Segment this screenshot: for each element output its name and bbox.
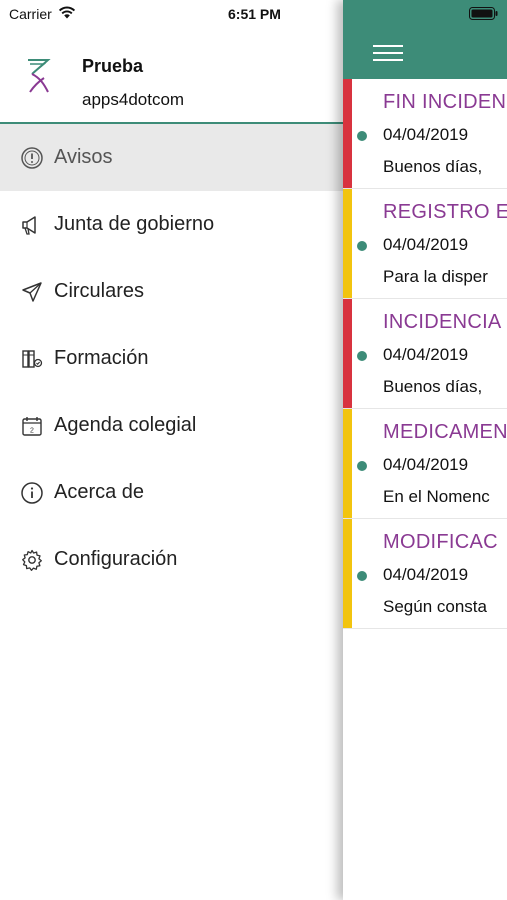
- profile-header: Prueba apps4dotcom: [0, 44, 343, 124]
- priority-indicator: [343, 79, 352, 188]
- priority-indicator: [343, 189, 352, 298]
- drawer-menu: Avisos Junta de gobierno Circulares Form…: [0, 124, 343, 593]
- navigation-drawer: Carrier 6:51 PM Prueba apps4dotcom Aviso…: [0, 0, 343, 900]
- list-item[interactable]: FIN INCIDEN 04/04/2019 Buenos días,: [343, 79, 507, 189]
- books-icon: [20, 347, 44, 371]
- unread-dot-icon: [357, 461, 367, 471]
- unread-dot-icon: [357, 571, 367, 581]
- info-icon: [20, 481, 44, 505]
- menu-item-label: Circulares: [54, 280, 145, 302]
- priority-indicator: [343, 299, 352, 408]
- unread-dot-icon: [357, 351, 367, 361]
- priority-indicator: [343, 519, 352, 628]
- menu-item-label: Acerca de: [54, 481, 145, 503]
- notice-date: 04/04/2019: [383, 455, 469, 474]
- notice-date: 04/04/2019: [383, 565, 469, 584]
- app-logo-icon: [22, 56, 54, 96]
- menu-item-label: Configuración: [54, 548, 178, 570]
- megaphone-icon: [20, 213, 44, 237]
- svg-text:2: 2: [30, 427, 34, 434]
- profile-name: Prueba: [82, 56, 144, 76]
- carrier-label: Carrier: [9, 6, 52, 22]
- battery-icon: [469, 7, 499, 20]
- profile-subtitle: apps4dotcom: [82, 90, 185, 109]
- gear-icon: [20, 548, 44, 572]
- main-content-panel[interactable]: FIN INCIDEN 04/04/2019 Buenos días, REGI…: [343, 0, 507, 900]
- notice-title: FIN INCIDEN: [383, 91, 507, 113]
- list-item[interactable]: MODIFICAC 04/04/2019 Según consta: [343, 519, 507, 629]
- status-time: 6:51 PM: [228, 6, 281, 22]
- list-item[interactable]: MEDICAMEN 04/04/2019 En el Nomenc: [343, 409, 507, 519]
- alert-circle-icon: [20, 146, 44, 170]
- notice-preview: Buenos días,: [383, 157, 483, 176]
- menu-item-acerca-de[interactable]: Acerca de: [0, 459, 343, 526]
- notice-date: 04/04/2019: [383, 235, 469, 254]
- menu-item-agenda-colegial[interactable]: 2 Agenda colegial: [0, 392, 343, 459]
- menu-item-configuracion[interactable]: Configuración: [0, 526, 343, 593]
- paper-plane-icon: [20, 280, 44, 304]
- main-navbar: [343, 0, 507, 79]
- menu-item-label: Agenda colegial: [54, 414, 197, 436]
- notice-preview: Para la disper: [383, 267, 488, 286]
- menu-item-circulares[interactable]: Circulares: [0, 258, 343, 325]
- notice-date: 04/04/2019: [383, 125, 469, 144]
- menu-item-junta-de-gobierno[interactable]: Junta de gobierno: [0, 191, 343, 258]
- menu-item-avisos[interactable]: Avisos: [0, 124, 343, 191]
- unread-dot-icon: [357, 131, 367, 141]
- unread-dot-icon: [357, 241, 367, 251]
- notice-preview: En el Nomenc: [383, 487, 490, 506]
- notice-title: INCIDENCIA: [383, 311, 502, 333]
- calendar-icon: 2: [20, 414, 44, 438]
- priority-indicator: [343, 409, 352, 518]
- menu-item-formacion[interactable]: Formación: [0, 325, 343, 392]
- menu-item-label: Avisos: [54, 146, 113, 168]
- list-item[interactable]: INCIDENCIA 04/04/2019 Buenos días,: [343, 299, 507, 409]
- list-item[interactable]: REGISTRO E 04/04/2019 Para la disper: [343, 189, 507, 299]
- wifi-icon: [58, 6, 76, 22]
- hamburger-menu-icon[interactable]: [373, 44, 403, 62]
- menu-item-label: Formación: [54, 347, 149, 369]
- menu-item-label: Junta de gobierno: [54, 213, 215, 235]
- notice-title: REGISTRO E: [383, 201, 507, 223]
- notice-date: 04/04/2019: [383, 345, 469, 364]
- notice-title: MODIFICAC: [383, 531, 498, 553]
- notice-preview: Según consta: [383, 597, 487, 616]
- notices-list: FIN INCIDEN 04/04/2019 Buenos días, REGI…: [343, 79, 507, 629]
- notice-preview: Buenos días,: [383, 377, 483, 396]
- notice-title: MEDICAMEN: [383, 421, 507, 443]
- status-bar-carrier: Carrier: [9, 6, 76, 22]
